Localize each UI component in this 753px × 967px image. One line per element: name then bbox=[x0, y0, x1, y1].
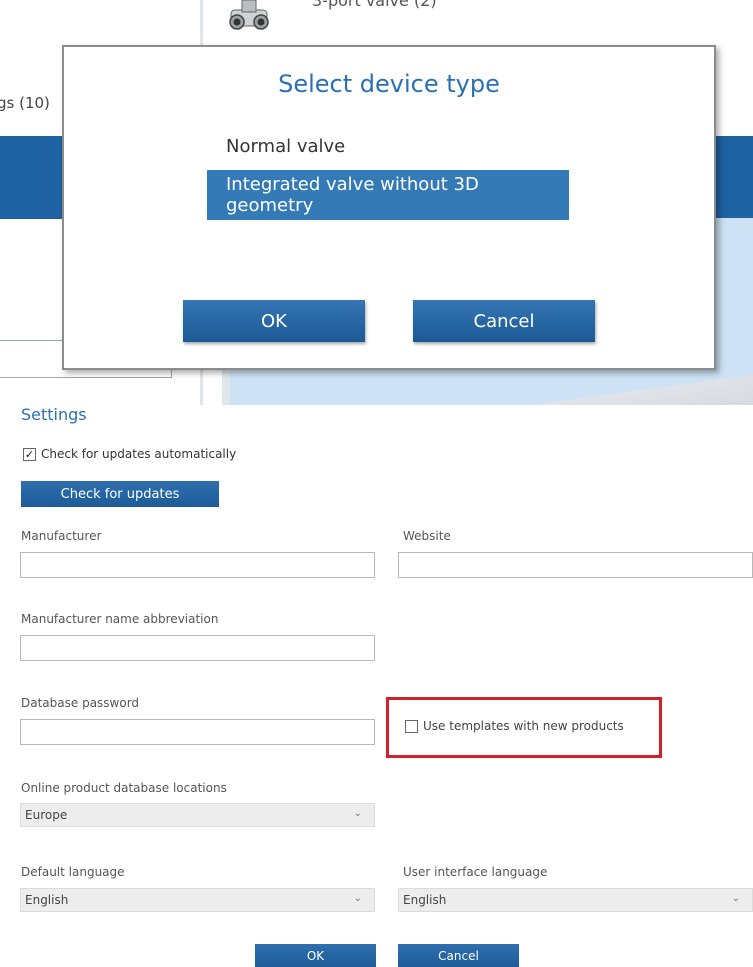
chevron-down-icon: ⌄ bbox=[353, 893, 362, 904]
use-templates-label: Use templates with new products bbox=[423, 719, 624, 733]
background-header-bar-right bbox=[716, 136, 753, 218]
dialog-cancel-button[interactable]: Cancel bbox=[413, 300, 595, 342]
three-port-valve-icon bbox=[229, 0, 269, 30]
db-location-select[interactable]: Europe ⌄ bbox=[20, 803, 375, 827]
background-header-bar-left bbox=[0, 136, 64, 219]
abbreviation-input[interactable] bbox=[20, 635, 375, 661]
ui-language-label: User interface language bbox=[403, 865, 548, 879]
dialog-ok-button[interactable]: OK bbox=[183, 300, 365, 342]
default-language-label: Default language bbox=[21, 865, 125, 879]
use-templates-checkbox[interactable] bbox=[405, 719, 418, 733]
background-app-region: 3-port valve (2) gs (10) Select device t… bbox=[0, 0, 753, 405]
select-device-type-dialog: Select device type Normal valve Integrat… bbox=[62, 45, 716, 370]
check-for-updates-button[interactable]: Check for updates bbox=[21, 481, 219, 507]
default-language-value: English bbox=[25, 893, 69, 907]
db-password-input[interactable] bbox=[20, 719, 375, 745]
ui-language-select[interactable]: English ⌄ bbox=[398, 888, 753, 912]
website-input[interactable] bbox=[398, 552, 753, 578]
website-label: Website bbox=[403, 529, 451, 543]
option-integrated-valve[interactable]: Integrated valve without 3D geometry bbox=[207, 170, 569, 220]
auto-update-row[interactable]: ✓ Check for updates automatically bbox=[23, 447, 236, 461]
manufacturer-input[interactable] bbox=[20, 552, 375, 578]
db-location-label: Online product database locations bbox=[21, 781, 227, 795]
use-templates-row[interactable]: Use templates with new products bbox=[405, 719, 624, 733]
default-language-select[interactable]: English ⌄ bbox=[20, 888, 375, 912]
db-password-label: Database password bbox=[21, 696, 140, 710]
ui-language-value: English bbox=[403, 893, 447, 907]
dialog-title: Select device type bbox=[278, 70, 500, 98]
db-location-value: Europe bbox=[25, 808, 68, 822]
auto-update-checkbox[interactable]: ✓ bbox=[23, 447, 36, 461]
option-normal-valve[interactable]: Normal valve bbox=[207, 121, 569, 171]
auto-update-label: Check for updates automatically bbox=[41, 447, 237, 461]
chevron-down-icon: ⌄ bbox=[731, 893, 740, 904]
valve-item-label[interactable]: 3-port valve (2) bbox=[312, 0, 437, 10]
category-label[interactable]: gs (10) bbox=[0, 94, 50, 112]
settings-ok-button[interactable]: OK bbox=[255, 944, 376, 967]
settings-cancel-button[interactable]: Cancel bbox=[398, 944, 519, 967]
abbreviation-label: Manufacturer name abbreviation bbox=[21, 612, 219, 626]
chevron-down-icon: ⌄ bbox=[353, 808, 362, 819]
manufacturer-label: Manufacturer bbox=[21, 529, 102, 543]
settings-title: Settings bbox=[21, 405, 87, 424]
